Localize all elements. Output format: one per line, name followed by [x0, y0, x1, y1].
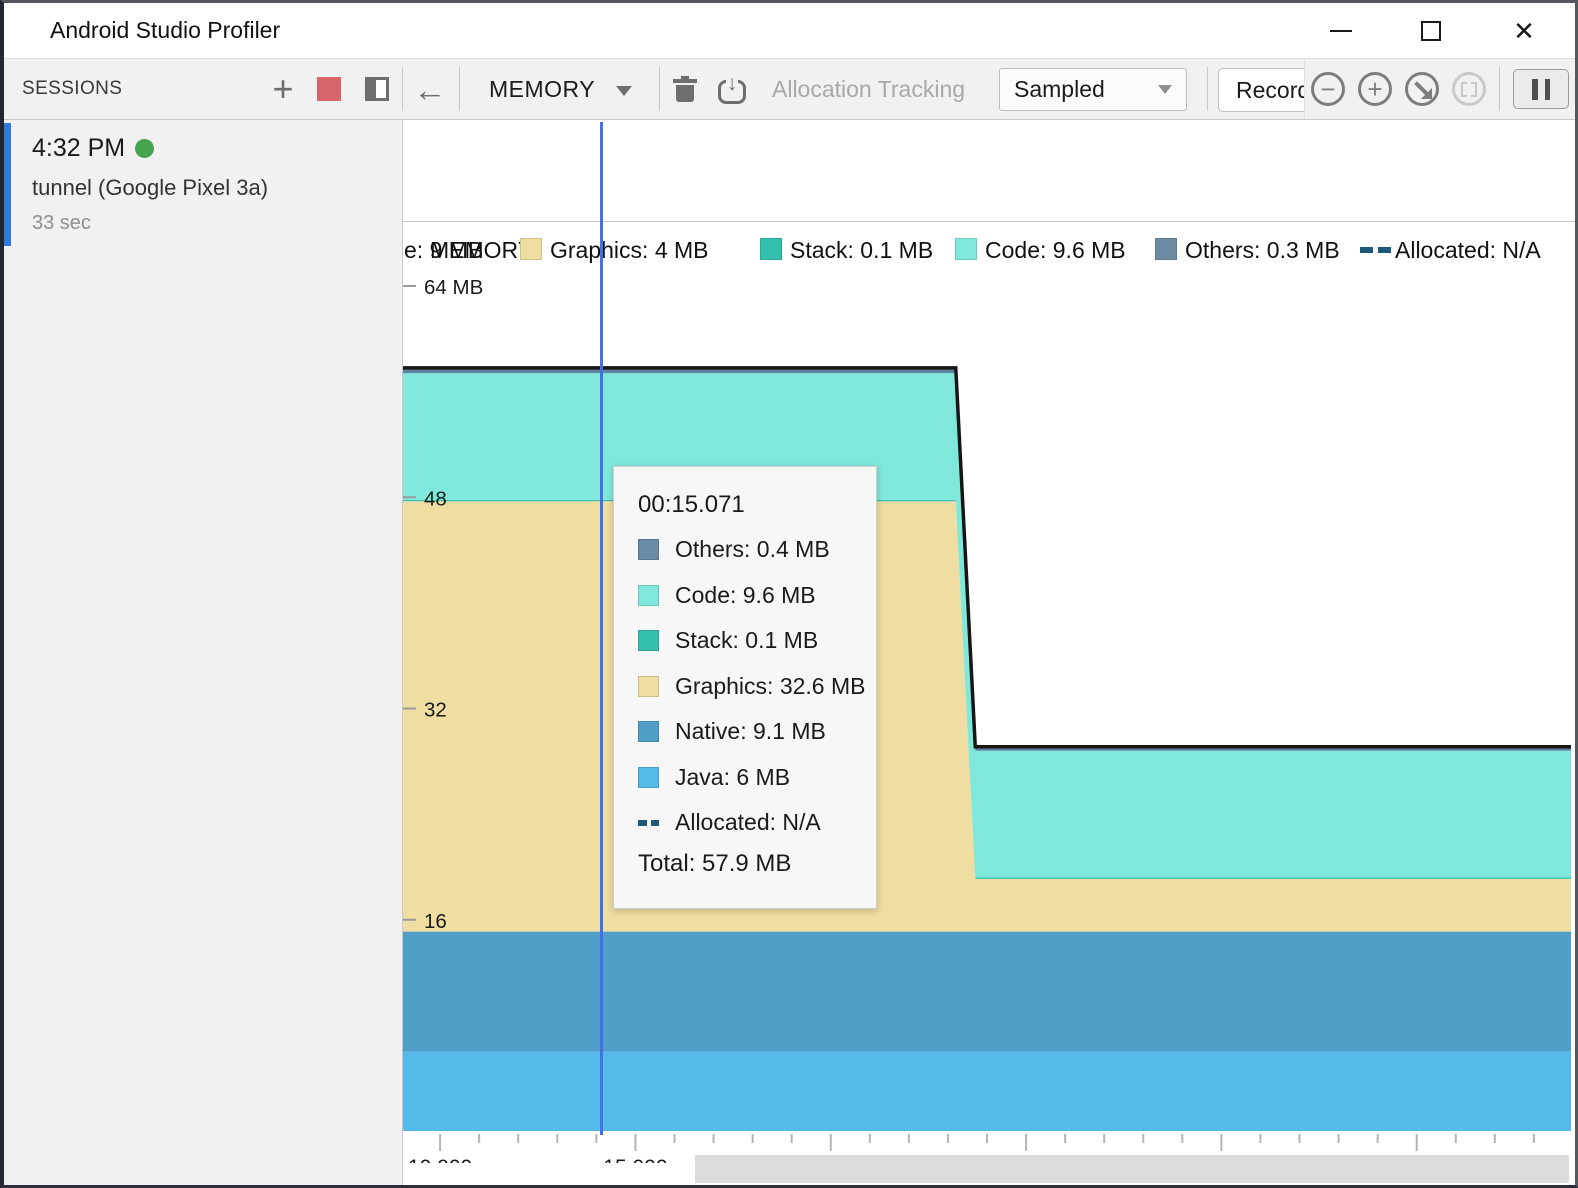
tooltip-row: Graphics: 32.6 MB: [638, 664, 876, 710]
legend-item-label: Allocated: N/A: [1395, 237, 1541, 264]
toolbar-divider: [659, 67, 660, 111]
tooltip-row: Native: 9.1 MB: [638, 709, 876, 755]
legend-item-label: Code: 9.6 MB: [985, 237, 1126, 264]
tooltip-swatch: [638, 767, 659, 788]
memory-timeline-chart[interactable]: 16324864 MB10.00015.00020.00025.00030.00…: [403, 221, 1571, 1163]
zoom-in-button[interactable]: +: [1358, 72, 1392, 106]
split-panel-icon: [365, 77, 389, 101]
tooltip-row: Code: 9.6 MB: [638, 573, 876, 619]
toolbar: SESSIONS + ← MEMORY ↓ Allocation Trackin…: [4, 58, 1575, 120]
minimize-button[interactable]: [1318, 9, 1364, 53]
area-native: [403, 932, 1571, 1052]
memory-chart-region: 16324864 MB10.00015.00020.00025.00030.00…: [403, 120, 1575, 1185]
legend-swatch: [520, 238, 542, 260]
legend-swatch: [760, 238, 782, 260]
tooltip-row-label: Native: 9.1 MB: [675, 718, 826, 745]
title-bar: Android Studio Profiler ✕: [4, 3, 1575, 58]
back-arrow-icon: ←: [414, 73, 447, 106]
tooltip-row: Stack: 0.1 MB: [638, 618, 876, 664]
legend-swatch: [955, 238, 977, 260]
tooltip-timestamp: 00:15.071: [638, 491, 876, 519]
add-session-button[interactable]: +: [264, 69, 302, 109]
sampling-mode-value: Sampled: [1014, 76, 1105, 103]
chevron-down-icon[interactable]: [616, 86, 632, 96]
session-device: tunnel (Google Pixel 3a): [32, 175, 268, 201]
zoom-out-button[interactable]: −: [1311, 72, 1345, 106]
tooltip-swatch: [638, 630, 659, 651]
tooltip-row-label: Allocated: N/A: [675, 809, 821, 836]
chevron-down-icon: [1158, 85, 1172, 94]
horizontal-scrollbar-thumb[interactable]: [695, 1155, 1569, 1183]
x-axis-label: 10.000: [408, 1156, 472, 1163]
toolbar-divider: [1499, 67, 1500, 111]
plus-icon: +: [272, 71, 293, 107]
x-axis-label: 15.000: [603, 1156, 667, 1163]
tooltip-swatch: [638, 676, 659, 697]
reset-zoom-icon: [1413, 80, 1431, 98]
allocated-dash-icon: [1360, 247, 1391, 253]
y-axis-label: 16: [424, 910, 447, 933]
stop-icon: [317, 77, 341, 101]
tooltip-rows: Others: 0.4 MB Code: 9.6 MB Stack: 0.1 MB G…: [638, 527, 876, 846]
toolbar-divider: [459, 67, 460, 111]
session-duration: 33 sec: [32, 212, 91, 235]
reset-zoom-button[interactable]: [1405, 72, 1439, 106]
sampling-mode-select[interactable]: Sampled: [999, 68, 1187, 111]
tooltip-swatch: [638, 539, 659, 560]
minimize-icon: [1330, 30, 1352, 33]
live-session-dot: [135, 139, 154, 158]
stop-session-button[interactable]: [310, 69, 348, 109]
toolbar-divider: [1207, 67, 1208, 111]
legend-item-label: Others: 0.3 MB: [1185, 237, 1340, 264]
plus-icon: +: [1367, 76, 1382, 102]
tooltip-row: Others: 0.4 MB: [638, 527, 876, 573]
tooltip-total: Total: 57.9 MB: [638, 850, 876, 878]
window-title: Android Studio Profiler: [50, 17, 280, 44]
chart-legend: e: 9 MB MEMORY Graphics: 4 MBStack: 0.1 …: [403, 221, 1575, 281]
frame-selection-icon: [1461, 82, 1467, 97]
pause-icon: [1532, 79, 1538, 100]
zoom-controls-panel: − +: [1304, 59, 1564, 119]
minus-icon: −: [1320, 76, 1335, 102]
legend-item-label: Stack: 0.1 MB: [790, 237, 933, 264]
maximize-button[interactable]: [1408, 9, 1454, 53]
maximize-icon: [1421, 21, 1441, 41]
legend-item-label: Graphics: 4 MB: [550, 237, 709, 264]
zoom-to-selection-button[interactable]: [1452, 72, 1486, 106]
toolbar-divider: [402, 67, 403, 111]
tooltip-row-label: Stack: 0.1 MB: [675, 627, 818, 654]
tooltip-row-label: Others: 0.4 MB: [675, 536, 830, 563]
legend-swatch: [1155, 238, 1177, 260]
session-time: 4:32 PM: [32, 134, 125, 163]
timeline-selection-line[interactable]: [600, 122, 603, 1135]
profiler-type-dropdown[interactable]: MEMORY: [489, 76, 595, 103]
tooltip-swatch: [638, 721, 659, 742]
profiler-window: Android Studio Profiler ✕ SESSIONS + ← M…: [0, 0, 1578, 1188]
selected-session-accent: [4, 123, 11, 246]
tooltip-swatch: [638, 585, 659, 606]
tooltip-row-label: Code: 9.6 MB: [675, 582, 816, 609]
y-axis-label: 48: [424, 487, 447, 510]
y-axis-label: 32: [424, 699, 447, 722]
area-java: [403, 1052, 1571, 1131]
tooltip-row-label: Java: 6 MB: [675, 764, 790, 791]
tooltip-row-label: Graphics: 32.6 MB: [675, 673, 865, 700]
session-list-item[interactable]: 4:32 PM tunnel (Google Pixel 3a) 33 sec: [11, 123, 402, 246]
tooltip-row: Allocated: N/A: [638, 800, 876, 846]
gc-trash-button[interactable]: [673, 76, 697, 103]
collapse-panel-button[interactable]: [358, 69, 396, 109]
sessions-header-label: SESSIONS: [22, 78, 122, 100]
allocated-dash-icon: [638, 820, 659, 826]
close-button[interactable]: ✕: [1501, 9, 1547, 53]
chart-tooltip: 00:15.071 Others: 0.4 MB Code: 9.6 MB Stac…: [613, 466, 877, 909]
allocation-tracking-label: Allocation Tracking: [772, 76, 965, 103]
close-icon: ✕: [1513, 18, 1535, 44]
sessions-panel: 4:32 PM tunnel (Google Pixel 3a) 33 sec: [4, 120, 403, 1185]
back-button[interactable]: ←: [410, 69, 450, 109]
chart-title: MEMORY: [430, 237, 533, 264]
tooltip-row: Java: 6 MB: [638, 755, 876, 801]
pause-live-button[interactable]: [1513, 69, 1569, 109]
capture-heap-dump-button[interactable]: ↓: [718, 77, 746, 104]
